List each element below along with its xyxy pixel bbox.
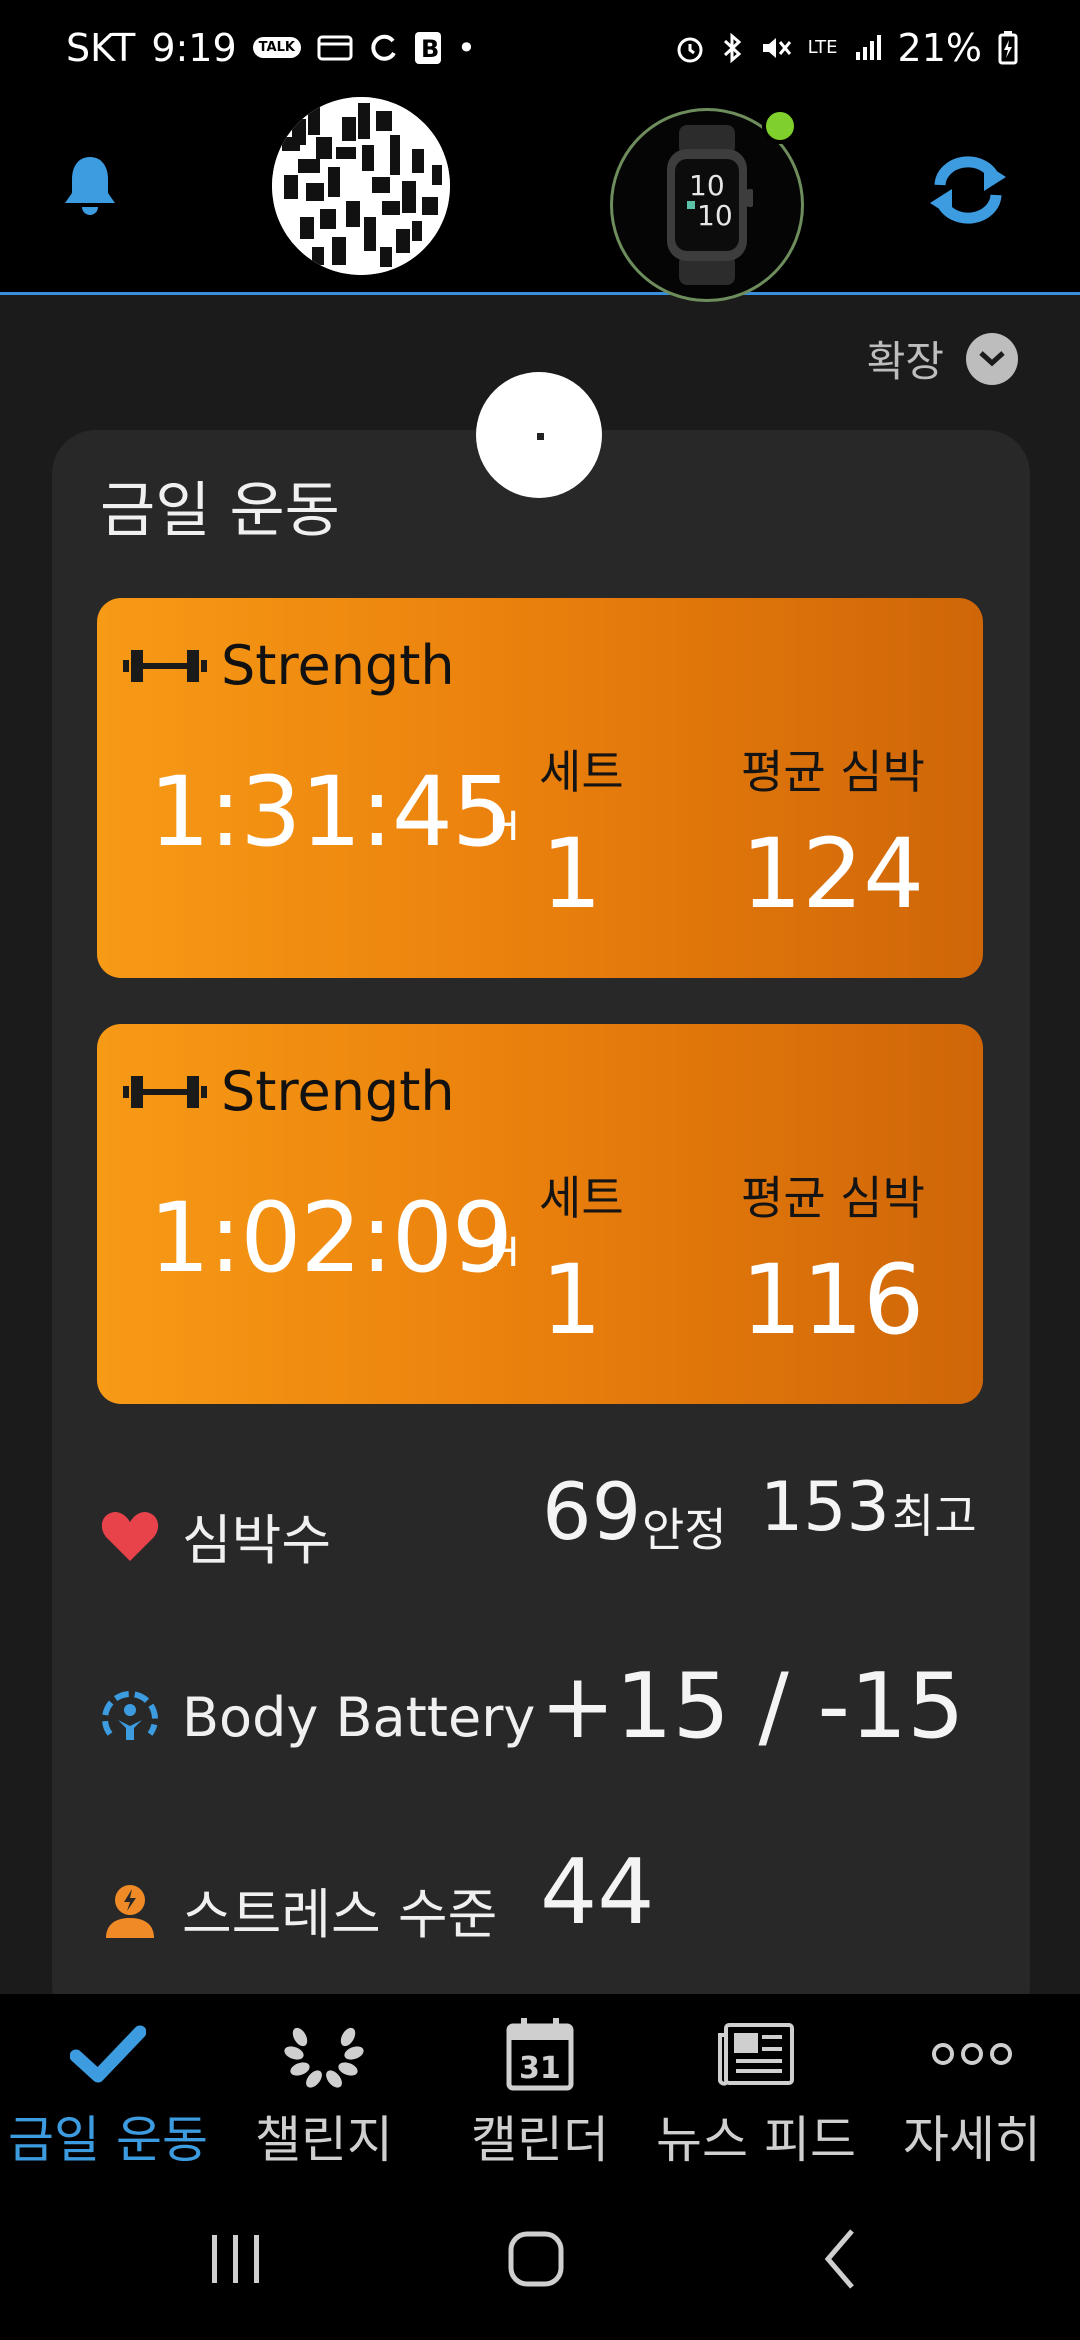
signal-icon <box>854 34 882 62</box>
avg-hr-value: 124 <box>741 818 925 930</box>
heart-icon <box>101 1511 159 1561</box>
calendar-icon: 31 <box>495 2014 585 2094</box>
b-app-icon: B <box>414 31 441 64</box>
nav-item-more[interactable]: 자세히 <box>864 1994 1080 2179</box>
nav-item-calendar[interactable]: 31 캘린더 <box>432 1994 648 2179</box>
calendar-day: 31 <box>519 2051 561 2086</box>
stress-label: 스트레스 수준 <box>182 1883 498 1946</box>
nav-item-today[interactable]: 금일 운동 <box>0 1994 216 2179</box>
nav-label: 자세히 <box>903 2111 1041 2169</box>
nav-item-newsfeed[interactable]: 뉴스 피드 <box>648 1994 864 2179</box>
heart-rate-label: 심박수 <box>182 1509 332 1572</box>
max-hr-value: 153 <box>760 1468 890 1547</box>
watch-time-bottom: 10 <box>697 199 733 232</box>
avg-hr-label: 평균 심박 <box>741 745 925 799</box>
activity-card[interactable]: Strength 1:31:45 H 세트 1 평균 심박 124 <box>97 598 983 978</box>
nav-label: 뉴스 피드 <box>656 2111 856 2169</box>
avg-hr-value: 116 <box>741 1244 925 1356</box>
app-header: 10 10 <box>0 95 1080 302</box>
bluetooth-icon <box>722 32 744 64</box>
dumbbell-icon <box>123 1075 207 1108</box>
check-icon <box>63 2014 153 2094</box>
stress-row[interactable]: 스트레스 수준 <box>100 1870 497 1949</box>
alarm-icon <box>674 32 706 64</box>
activity-name: Strength <box>221 634 455 697</box>
battery-charging-icon <box>998 30 1018 65</box>
clock: 9:19 <box>151 25 237 70</box>
sets-label: 세트 <box>539 1171 624 1225</box>
home-icon[interactable] <box>496 2219 576 2299</box>
watch-time-top: 10 <box>689 169 725 202</box>
stress-value: 44 <box>540 1840 655 1945</box>
body-battery-label: Body Battery <box>182 1686 536 1749</box>
back-icon[interactable] <box>800 2219 880 2299</box>
system-nav-bar <box>0 2179 1080 2340</box>
chevron-down-icon <box>966 332 1018 385</box>
expand-label: 확장 <box>866 337 944 386</box>
nav-label: 캘린더 <box>471 2111 609 2169</box>
svg-text:B: B <box>421 35 439 63</box>
bell-icon[interactable] <box>60 153 120 219</box>
expand-toggle[interactable]: 확장 <box>867 328 1018 389</box>
dumbbell-icon <box>123 649 207 682</box>
sets-value: 1 <box>541 1244 603 1356</box>
battery-percent: 21% <box>897 25 982 70</box>
nav-label: 챌린지 <box>255 2111 393 2169</box>
resting-hr-value: 69 <box>542 1468 642 1558</box>
max-hr-label: 최고 <box>892 1489 977 1543</box>
notification-dot-icon: • <box>456 28 476 67</box>
avatar[interactable] <box>272 97 450 275</box>
more-icon <box>927 2014 1017 2094</box>
body-battery-row[interactable]: Body Battery <box>100 1686 535 1749</box>
avg-hr-label: 평균 심박 <box>741 1171 925 1225</box>
card-icon <box>317 34 353 62</box>
refresh-status-icon <box>369 33 399 63</box>
resting-hr-label: 안정 <box>642 1503 727 1557</box>
floating-assist-button[interactable] <box>476 372 602 498</box>
activity-card[interactable]: Strength 1:02:09 H 세트 1 평균 심박 116 <box>97 1024 983 1404</box>
connection-status-dot <box>762 108 798 144</box>
heart-rate-row[interactable]: 심박수 <box>100 1496 331 1575</box>
sync-icon[interactable] <box>922 155 1014 225</box>
bottom-nav: 금일 운동 챌린지 31 캘린더 뉴스 피드 자세히 <box>0 1994 1080 2179</box>
activity-name: Strength <box>221 1060 455 1123</box>
nav-item-challenges[interactable]: 챌린지 <box>216 1994 432 2179</box>
duration-unit: H <box>489 804 520 850</box>
body-battery-value: +15 / -15 <box>540 1654 965 1759</box>
duration-unit: H <box>489 1230 520 1276</box>
stress-icon <box>106 1884 154 1938</box>
newsfeed-icon <box>711 2014 801 2094</box>
sets-label: 세트 <box>539 745 624 799</box>
laurel-icon <box>279 2014 369 2094</box>
activity-duration: 1:31:45 <box>149 756 513 868</box>
status-bar: SKT 9:19 TALK B • LTE 21% <box>0 0 1080 95</box>
recent-apps-icon[interactable] <box>196 2219 276 2299</box>
mute-icon <box>760 33 792 63</box>
panel-title: 금일 운동 <box>100 476 340 546</box>
carrier-label: SKT <box>66 25 136 70</box>
sets-value: 1 <box>541 818 603 930</box>
nav-label: 금일 운동 <box>8 2111 208 2169</box>
lte-label: LTE <box>807 36 838 58</box>
kakaotalk-icon: TALK <box>252 37 301 58</box>
activity-duration: 1:02:09 <box>149 1182 513 1294</box>
body-battery-icon <box>102 1690 158 1740</box>
